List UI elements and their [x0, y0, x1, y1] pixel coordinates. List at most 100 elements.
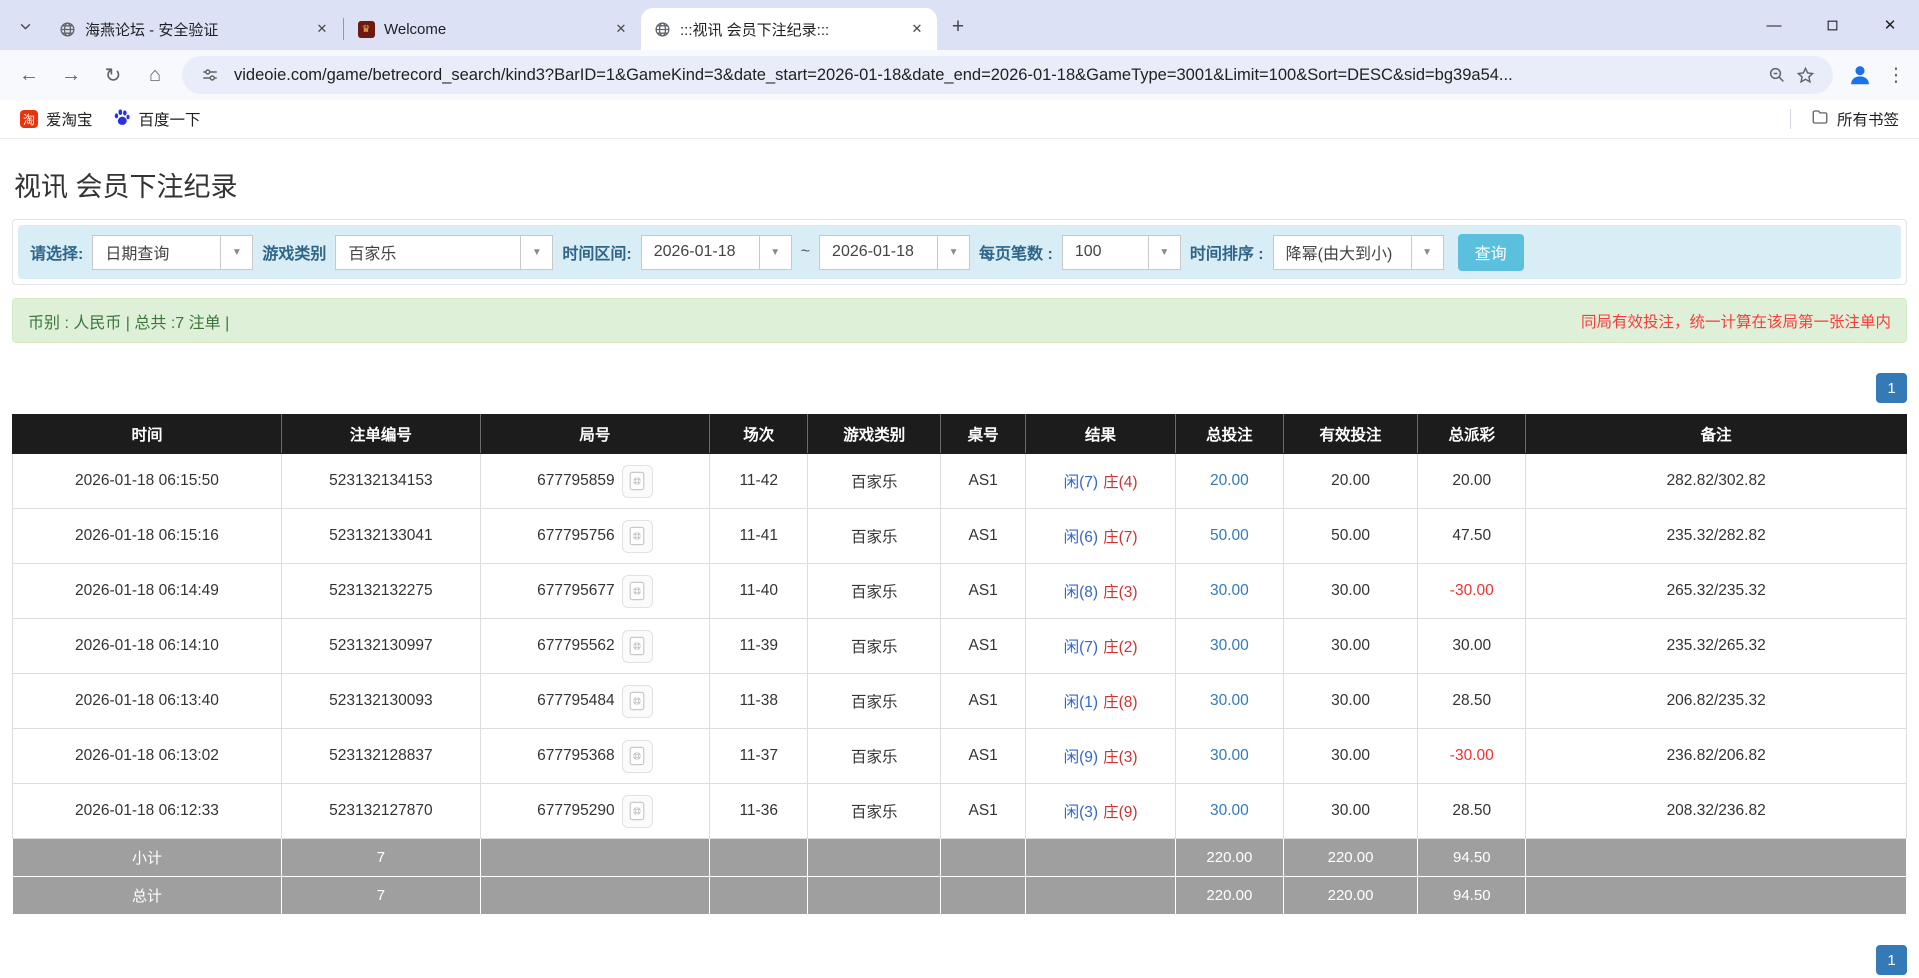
bet-id-cell: 523132132275	[281, 564, 480, 619]
date-start-value[interactable]: 2026-01-18	[641, 235, 759, 270]
query-button[interactable]: 查询	[1458, 234, 1524, 271]
site-settings-icon[interactable]	[196, 61, 224, 89]
close-window-button[interactable]: ✕	[1861, 0, 1919, 50]
chevron-down-icon[interactable]: ▼	[220, 235, 253, 270]
total-count: 7	[281, 877, 480, 915]
video-replay-button[interactable]	[622, 630, 653, 663]
tab-title: Welcome	[384, 21, 600, 38]
total-bet-link[interactable]: 30.00	[1210, 747, 1249, 764]
bookmark-aitaobao[interactable]: 淘 爱淘宝	[10, 104, 103, 134]
payout-value: 20.00	[1452, 472, 1491, 489]
pagination-bottom: 1	[12, 945, 1907, 975]
video-replay-button[interactable]	[622, 465, 653, 498]
total-bet-link[interactable]: 30.00	[1210, 637, 1249, 654]
close-icon[interactable]: ✕	[609, 17, 633, 41]
subtotal-label: 小计	[13, 839, 282, 877]
bet-id-cell: 523132134153	[281, 454, 480, 509]
page-1-button[interactable]: 1	[1876, 373, 1907, 403]
query-type-select[interactable]: 日期查询 ▼	[92, 235, 253, 270]
chevron-down-icon[interactable]: ▼	[1148, 235, 1181, 270]
query-type-value[interactable]: 日期查询	[92, 235, 220, 270]
address-bar[interactable]: videoie.com/game/betrecord_search/kind3?…	[182, 56, 1833, 94]
time-cell: 2026-01-18 06:15:16	[13, 509, 282, 564]
date-range-tilde: ~	[801, 243, 810, 261]
new-tab-button[interactable]: +	[943, 12, 973, 42]
total-bet-link[interactable]: 50.00	[1210, 527, 1249, 544]
total-bet-link[interactable]: 30.00	[1210, 802, 1249, 819]
zoom-icon[interactable]	[1763, 61, 1791, 89]
maximize-button[interactable]	[1803, 0, 1861, 50]
banker-result: 庄(8)	[1103, 694, 1137, 711]
bookmarks-divider	[1790, 109, 1791, 129]
filter-panel: 请选择: 日期查询 ▼ 游戏类别 百家乐 ▼ 时间区间: 2026-01-18 …	[12, 219, 1907, 285]
time-cell: 2026-01-18 06:15:50	[13, 454, 282, 509]
globe-icon	[58, 20, 76, 38]
player-result: 闲(6)	[1064, 529, 1098, 546]
total-bet-cell: 30.00	[1175, 674, 1283, 729]
video-replay-button[interactable]	[622, 520, 653, 553]
valid-bet-cell: 50.00	[1283, 509, 1417, 564]
per-page-select[interactable]: 100 ▼	[1062, 235, 1181, 270]
chevron-down-icon[interactable]: ▼	[1411, 235, 1444, 270]
tab-welcome[interactable]: ♛ Welcome ✕	[345, 8, 641, 50]
total-bet-cell: 30.00	[1175, 619, 1283, 674]
profile-avatar[interactable]	[1841, 56, 1879, 94]
url-text[interactable]: videoie.com/game/betrecord_search/kind3?…	[234, 66, 1763, 85]
game-type-cell: 百家乐	[808, 564, 941, 619]
video-replay-button[interactable]	[622, 575, 653, 608]
home-button[interactable]: ⌂	[136, 56, 174, 94]
chevron-down-icon[interactable]: ▼	[759, 235, 792, 270]
total-bet-link[interactable]: 30.00	[1210, 582, 1249, 599]
player-result: 闲(8)	[1064, 584, 1098, 601]
bookmark-baidu[interactable]: 百度一下	[103, 104, 211, 135]
subtotal-row: 小计 7 220.00 220.00 94.50	[13, 839, 1907, 877]
forward-button[interactable]: →	[52, 56, 90, 94]
tab-bet-records-active[interactable]: :::视讯 会员下注纪录::: ✕	[641, 8, 937, 50]
video-file-icon	[628, 691, 646, 711]
chevron-down-icon[interactable]: ▼	[520, 235, 553, 270]
sort-order-value[interactable]: 降幂(由大到小)	[1273, 235, 1411, 270]
total-bet-cell: 50.00	[1175, 509, 1283, 564]
video-replay-button[interactable]	[622, 685, 653, 718]
bookmarks-bar: 淘 爱淘宝 百度一下 所有书签	[0, 100, 1919, 139]
banker-result: 庄(2)	[1103, 639, 1137, 656]
video-replay-button[interactable]	[622, 740, 653, 773]
page-1-button[interactable]: 1	[1876, 945, 1907, 975]
bookmark-star-icon[interactable]	[1791, 61, 1819, 89]
total-bet-link[interactable]: 30.00	[1210, 692, 1249, 709]
game-type-value[interactable]: 百家乐	[335, 235, 520, 270]
game-type-label: 游戏类别	[262, 240, 326, 264]
per-page-value[interactable]: 100	[1062, 235, 1148, 270]
avatar-icon	[1847, 62, 1873, 88]
reload-button[interactable]: ↻	[94, 56, 132, 94]
chevron-down-icon[interactable]: ▼	[937, 235, 970, 270]
all-bookmarks-button[interactable]: 所有书签	[1801, 104, 1909, 135]
note-cell: 236.82/206.82	[1526, 729, 1907, 784]
table-no-cell: AS1	[941, 674, 1026, 729]
table-row: 2026-01-18 06:13:40 523132130093 6777954…	[13, 674, 1907, 729]
tab-search-button[interactable]	[10, 11, 40, 41]
tab-haiyan-forum[interactable]: 海燕论坛 - 安全验证 ✕	[46, 8, 342, 50]
minimize-button[interactable]: —	[1745, 0, 1803, 50]
page-content: 视讯 会员下注纪录 请选择: 日期查询 ▼ 游戏类别 百家乐 ▼ 时间区间: 2…	[0, 165, 1919, 975]
game-type-cell: 百家乐	[808, 509, 941, 564]
date-end-value[interactable]: 2026-01-18	[819, 235, 937, 270]
total-bet-link[interactable]: 20.00	[1210, 472, 1249, 489]
baidu-paw-icon	[113, 108, 131, 131]
per-page-label: 每页笔数 :	[979, 240, 1053, 264]
close-icon[interactable]: ✕	[905, 17, 929, 41]
sort-order-select[interactable]: 降幂(由大到小) ▼	[1273, 235, 1444, 270]
browser-menu-button[interactable]: ⋮	[1881, 60, 1911, 90]
back-button[interactable]: ←	[10, 56, 48, 94]
date-start-select[interactable]: 2026-01-18 ▼	[641, 235, 792, 270]
close-icon[interactable]: ✕	[310, 17, 334, 41]
time-cell: 2026-01-18 06:14:10	[13, 619, 282, 674]
video-replay-button[interactable]	[622, 795, 653, 828]
game-type-select[interactable]: 百家乐 ▼	[335, 235, 553, 270]
round-number: 677795562	[537, 637, 615, 655]
date-end-select[interactable]: 2026-01-18 ▼	[819, 235, 970, 270]
bet-id-cell: 523132130997	[281, 619, 480, 674]
time-cell: 2026-01-18 06:14:49	[13, 564, 282, 619]
total-payout: 94.50	[1418, 877, 1526, 915]
round-number: 677795756	[537, 527, 615, 545]
